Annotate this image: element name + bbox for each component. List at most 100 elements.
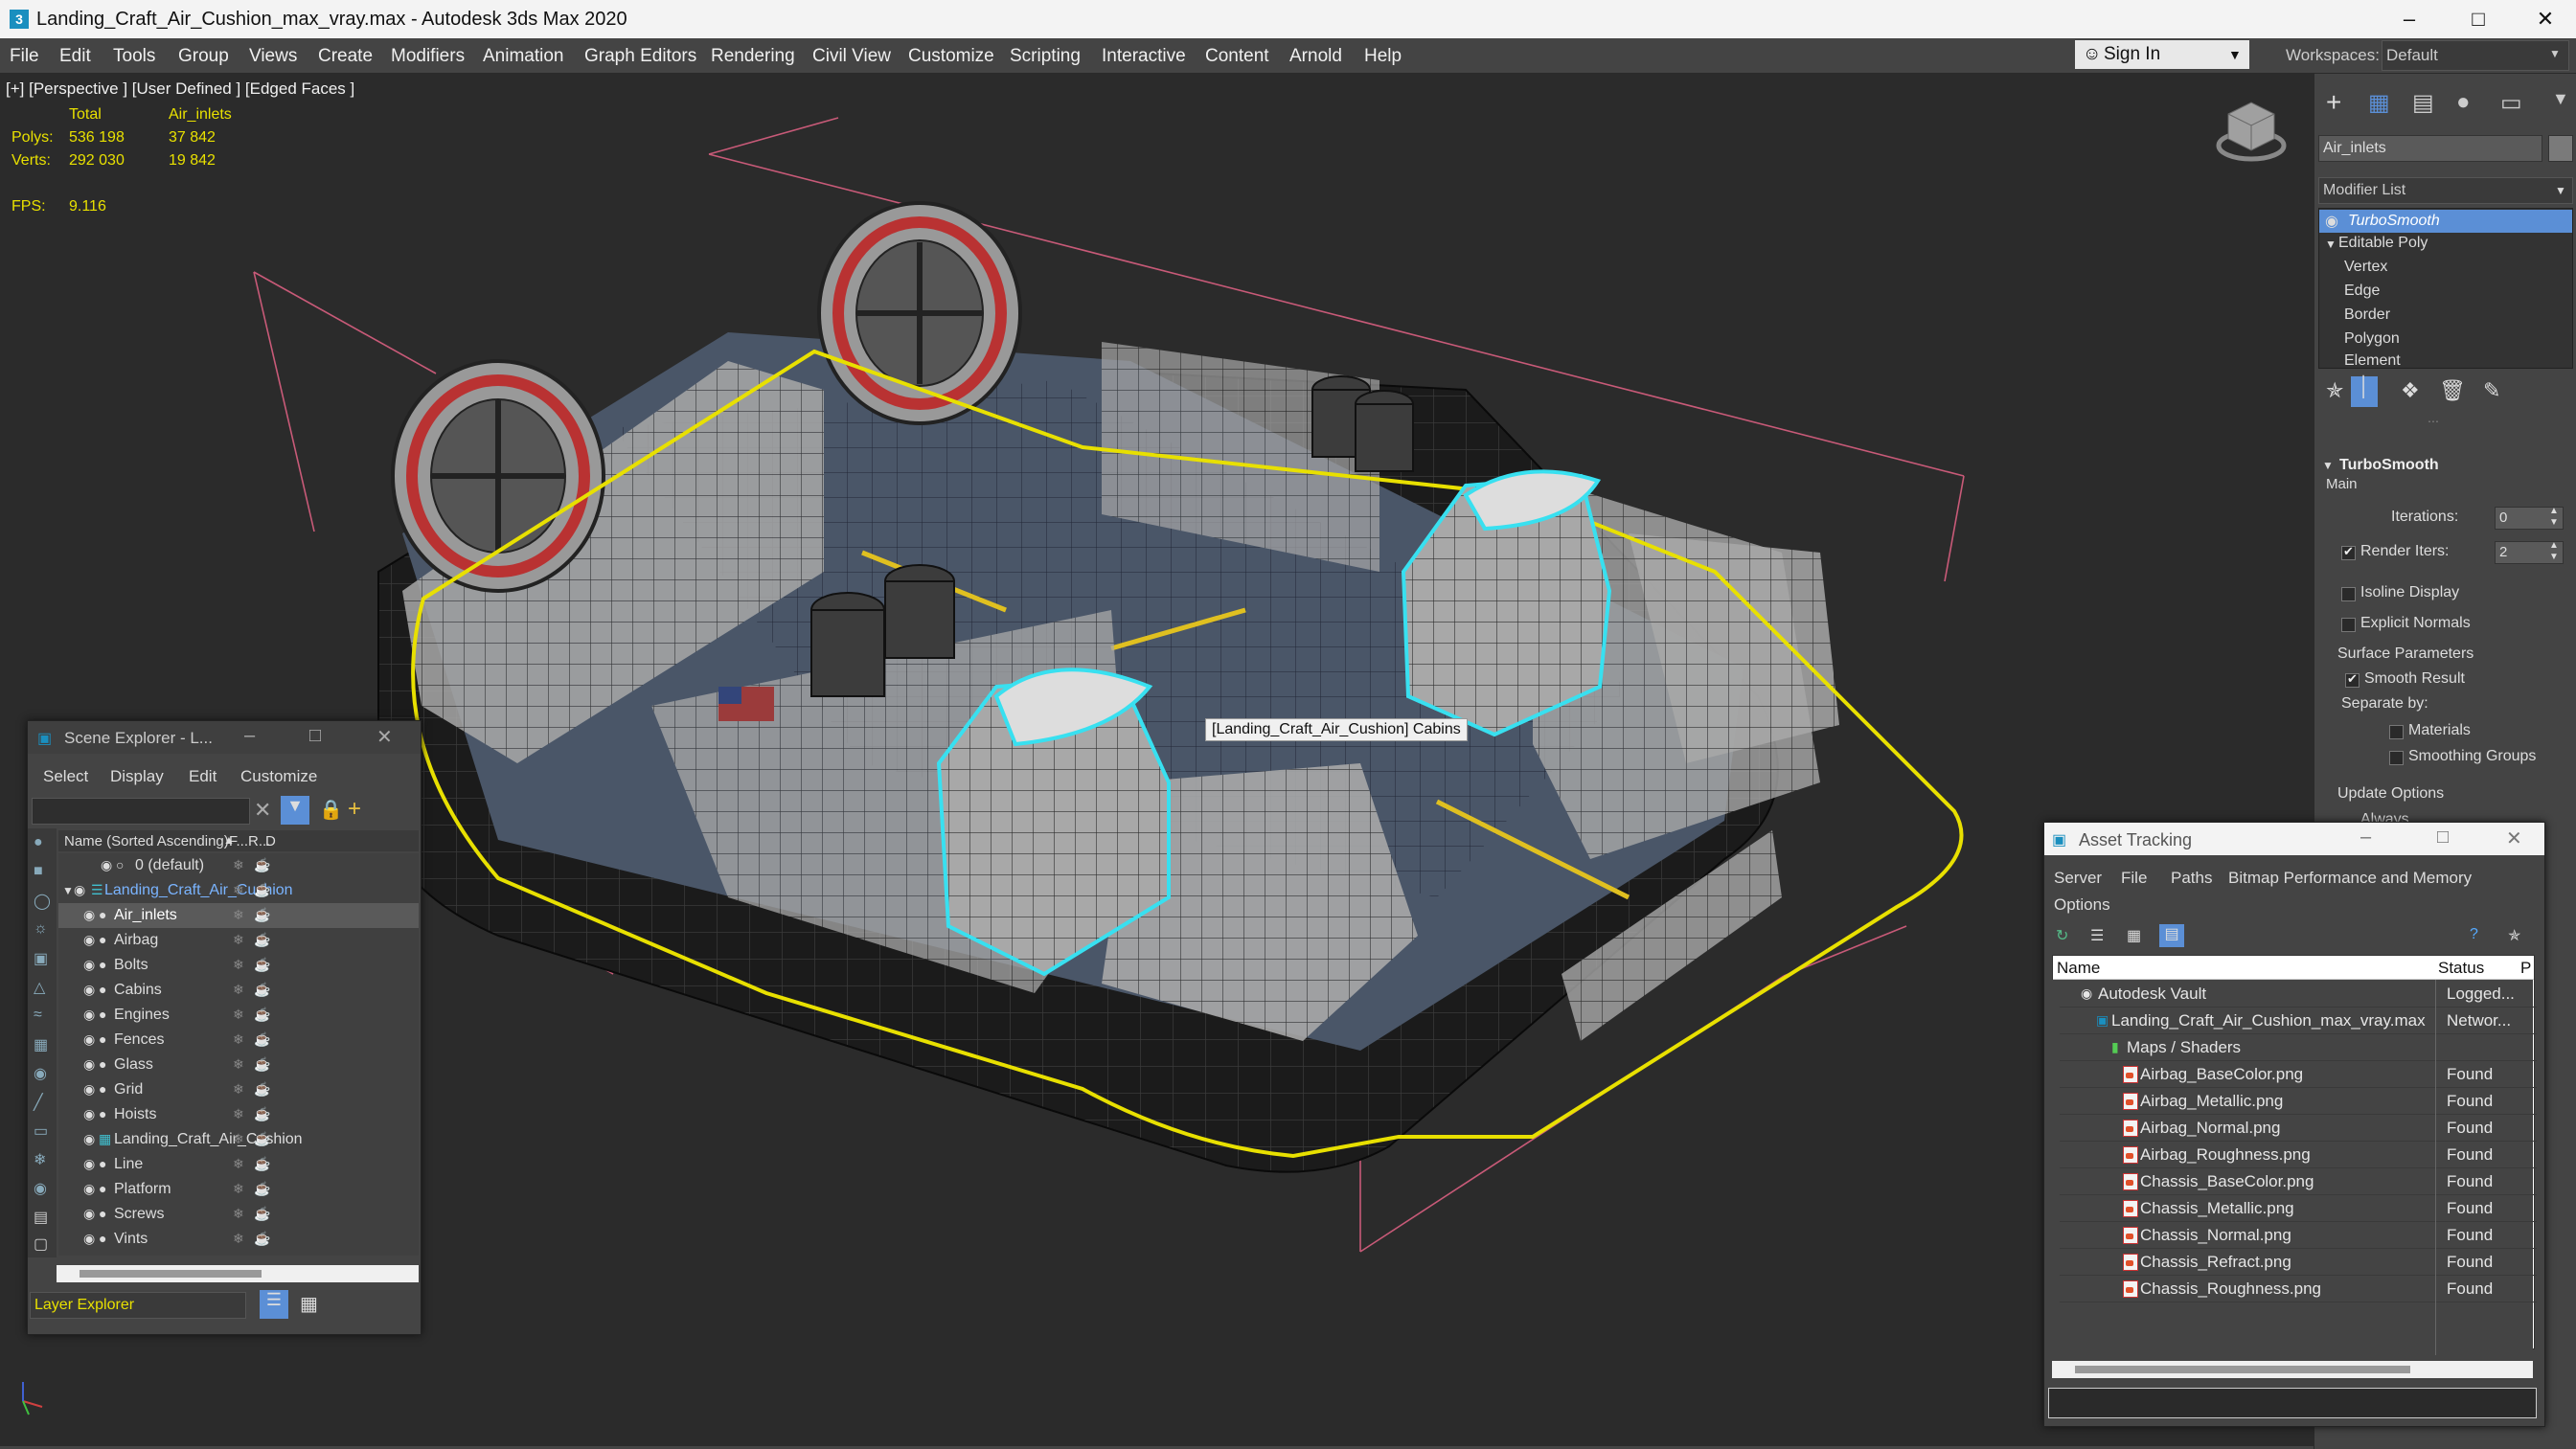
eye-icon[interactable]: ◉ bbox=[83, 957, 95, 973]
remove-modifier-icon[interactable]: 🗑 bbox=[2439, 378, 2466, 403]
render-teapot-icon[interactable]: ☕ bbox=[254, 1031, 270, 1048]
asset-row[interactable]: Airbag_Normal.png Found bbox=[2060, 1114, 2537, 1142]
close-button[interactable]: ✕ bbox=[2512, 0, 2576, 38]
hierarchy-tab-icon[interactable]: ▤ bbox=[2412, 89, 2434, 117]
render-iters-checkbox[interactable] bbox=[2341, 544, 2356, 560]
minimize-button[interactable]: – bbox=[2360, 826, 2371, 849]
filter-icon[interactable]: ▼ bbox=[281, 796, 309, 825]
menu-scripting[interactable]: Scripting bbox=[1010, 46, 1081, 67]
display-containers-icon[interactable]: ▭ bbox=[34, 1121, 48, 1141]
stack-item-polygon[interactable]: Polygon bbox=[2344, 330, 2400, 348]
render-teapot-icon[interactable]: ☕ bbox=[254, 1206, 270, 1222]
freeze-icon[interactable]: ❄ bbox=[233, 1081, 244, 1098]
spinner-arrows-icon[interactable]: ▲ ▼ bbox=[2549, 506, 2559, 529]
menu-group[interactable]: Group bbox=[178, 46, 229, 67]
make-unique-icon[interactable]: ❖ bbox=[2401, 378, 2420, 403]
eye-icon[interactable]: ◉ bbox=[83, 1131, 95, 1147]
show-end-result-icon[interactable]: │ bbox=[2351, 376, 2378, 407]
menu-civil-view[interactable]: Civil View bbox=[812, 46, 891, 67]
clear-search-icon[interactable]: ✕ bbox=[254, 798, 271, 823]
display-hidden-icon[interactable]: ◉ bbox=[34, 1179, 47, 1198]
minimize-button[interactable]: – bbox=[244, 725, 255, 747]
add-layer-icon[interactable]: + bbox=[348, 796, 361, 823]
pin-stack-icon[interactable]: ✯ bbox=[2326, 378, 2343, 403]
display-spacewarps-icon[interactable]: ≈ bbox=[34, 1007, 42, 1024]
eye-icon[interactable]: ◉ bbox=[83, 907, 95, 923]
display-frozen-icon[interactable]: ❄ bbox=[34, 1150, 46, 1169]
at-menu-bitmap-performance[interactable]: Bitmap Performance and Memory bbox=[2228, 869, 2472, 888]
menu-modifiers[interactable]: Modifiers bbox=[391, 46, 465, 67]
object-color-swatch[interactable] bbox=[2548, 135, 2573, 162]
render-teapot-icon[interactable]: ☕ bbox=[254, 1007, 270, 1023]
asset-row[interactable]: Chassis_Roughness.png Found bbox=[2060, 1275, 2537, 1302]
display-lights-icon[interactable]: ☼ bbox=[34, 920, 48, 938]
eye-icon[interactable]: ◉ bbox=[83, 1031, 95, 1048]
stack-item-edge[interactable]: Edge bbox=[2344, 283, 2380, 300]
render-teapot-icon[interactable]: ☕ bbox=[254, 1106, 270, 1122]
menu-create[interactable]: Create bbox=[318, 46, 373, 67]
maximize-button[interactable]: □ bbox=[2445, 0, 2512, 38]
turbosmooth-rollout-title[interactable]: TurboSmooth bbox=[2339, 457, 2439, 474]
help-icon[interactable]: ? bbox=[2470, 926, 2478, 943]
display-objects-icon[interactable]: ● bbox=[34, 834, 43, 851]
display-none-icon[interactable]: ▢ bbox=[34, 1234, 48, 1254]
expand-triangle-icon[interactable]: ▼ bbox=[2325, 238, 2337, 251]
column-frozen-header[interactable]: F... bbox=[229, 833, 248, 849]
at-menu-paths[interactable]: Paths bbox=[2171, 869, 2212, 888]
create-tab-icon[interactable]: + bbox=[2326, 87, 2341, 118]
tree-row[interactable]: ◉ ● Glass ❄ ☕ bbox=[58, 1053, 419, 1077]
render-teapot-icon[interactable]: ☕ bbox=[254, 1131, 270, 1147]
menu-arnold[interactable]: Arnold bbox=[1289, 46, 1342, 67]
layer-explorer-icon[interactable]: ☰ bbox=[260, 1290, 288, 1319]
menu-graph-editors[interactable]: Graph Editors bbox=[584, 46, 696, 67]
tree-view-icon[interactable]: ▤ bbox=[2159, 924, 2184, 947]
render-teapot-icon[interactable]: ☕ bbox=[254, 907, 270, 923]
freeze-icon[interactable]: ❄ bbox=[233, 1007, 244, 1023]
stack-item-border[interactable]: Border bbox=[2344, 306, 2390, 324]
eye-icon[interactable]: ◉ bbox=[74, 882, 85, 898]
lock-icon[interactable]: 🔒 bbox=[319, 798, 343, 822]
column-status-header[interactable]: Status bbox=[2438, 959, 2484, 978]
modifier-list-dropdown[interactable]: Modifier List ▼ bbox=[2318, 177, 2573, 204]
render-teapot-icon[interactable]: ☕ bbox=[254, 982, 270, 998]
asset-row[interactable]: Chassis_Metallic.png Found bbox=[2060, 1194, 2537, 1222]
isoline-display-checkbox[interactable] bbox=[2341, 587, 2356, 601]
panel-splitter[interactable]: ⋯ bbox=[2428, 415, 2439, 428]
display-helpers-icon[interactable]: △ bbox=[34, 978, 45, 997]
list-view-icon[interactable]: ☰ bbox=[2090, 926, 2104, 945]
tree-row[interactable]: ◉ ● Cabins ❄ ☕ bbox=[58, 978, 419, 1003]
render-teapot-icon[interactable]: ☕ bbox=[254, 932, 270, 948]
asset-path-field[interactable] bbox=[2048, 1388, 2537, 1418]
close-button[interactable]: ✕ bbox=[2506, 826, 2522, 850]
freeze-icon[interactable]: ❄ bbox=[233, 1131, 244, 1147]
tree-row[interactable]: ◉ ● Line ❄ ☕ bbox=[58, 1152, 419, 1177]
display-shapes-icon[interactable]: ◯ bbox=[34, 892, 51, 911]
freeze-icon[interactable]: ❄ bbox=[233, 932, 244, 948]
motion-tab-icon[interactable]: ● bbox=[2456, 89, 2471, 116]
hierarchy-icon[interactable]: ▦ bbox=[300, 1292, 318, 1316]
tree-row[interactable]: ◉ ● Engines ❄ ☕ bbox=[58, 1003, 419, 1028]
iterations-spinner[interactable]: 0 ▲ ▼ bbox=[2495, 506, 2564, 530]
asset-tracking-titlebar[interactable]: ▣ Asset Tracking – □ ✕ bbox=[2044, 823, 2544, 855]
freeze-icon[interactable]: ❄ bbox=[233, 1231, 244, 1247]
freeze-icon[interactable]: ❄ bbox=[233, 1156, 244, 1172]
at-menu-server[interactable]: Server bbox=[2054, 869, 2102, 888]
explicit-normals-checkbox[interactable] bbox=[2341, 618, 2356, 632]
search-input[interactable] bbox=[32, 798, 250, 825]
at-menu-file[interactable]: File bbox=[2121, 869, 2147, 888]
render-teapot-icon[interactable]: ☕ bbox=[254, 1056, 270, 1073]
display-bones-icon[interactable]: ╱ bbox=[34, 1093, 43, 1112]
render-teapot-icon[interactable]: ☕ bbox=[254, 882, 270, 898]
eye-icon[interactable]: ◉ bbox=[83, 982, 95, 998]
se-menu-select[interactable]: Select bbox=[43, 767, 88, 786]
spinner-arrows-icon[interactable]: ▲ ▼ bbox=[2549, 540, 2559, 563]
render-teapot-icon[interactable]: ☕ bbox=[254, 1181, 270, 1197]
stack-item-element[interactable]: Element bbox=[2344, 352, 2401, 370]
eye-icon[interactable]: ◉ bbox=[83, 932, 95, 948]
tree-row[interactable]: ◉ ● Fences ❄ ☕ bbox=[58, 1028, 419, 1053]
freeze-icon[interactable]: ❄ bbox=[233, 982, 244, 998]
scrollbar-thumb[interactable] bbox=[80, 1270, 262, 1278]
menu-interactive[interactable]: Interactive bbox=[1102, 46, 1186, 67]
menu-animation[interactable]: Animation bbox=[483, 46, 564, 67]
eye-icon[interactable]: ◉ bbox=[83, 1081, 95, 1098]
